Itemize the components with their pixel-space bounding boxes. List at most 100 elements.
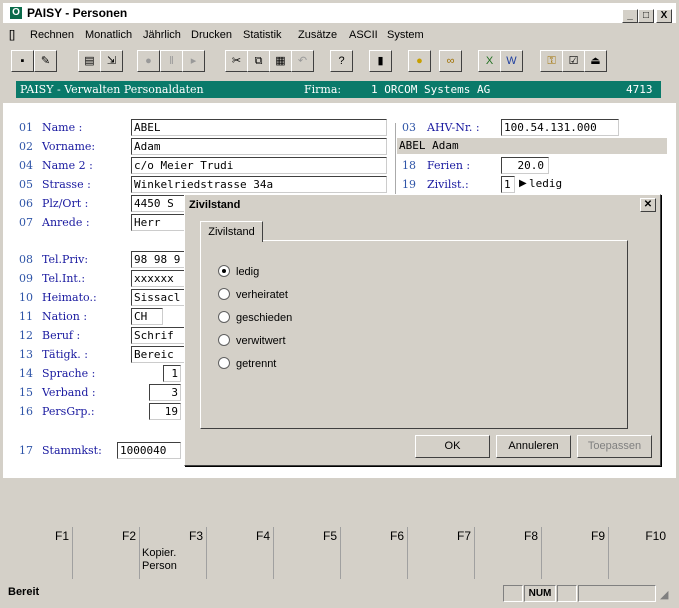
list-icon[interactable]: ▤	[78, 50, 101, 72]
close-button[interactable]: X	[656, 9, 672, 23]
menu-jaehrlich[interactable]: Jährlich	[143, 29, 181, 41]
menu-bar: [] Rechnen Monatlich Jährlich Drucken St…	[3, 27, 676, 45]
fkey-label: F9	[590, 529, 605, 543]
strasse-field[interactable]: Winkelriedstrasse 34a	[131, 176, 387, 193]
firma-label: Firma:	[304, 83, 342, 96]
lightbulb-icon[interactable]: ●	[408, 50, 431, 72]
fkey-f1[interactable]: F1	[6, 527, 73, 579]
copy-icon[interactable]: ⧉	[247, 50, 270, 72]
link-icon[interactable]: ∞	[439, 50, 462, 72]
record-icon[interactable]: ●	[137, 50, 160, 72]
tab-zivilstand[interactable]: Zivilstand	[200, 221, 263, 242]
vorname-field[interactable]: Adam	[131, 138, 387, 155]
menu-zusaetze[interactable]: Zusätze	[298, 29, 337, 41]
pause-icon[interactable]: ‖	[160, 50, 183, 72]
dropdown-arrow-icon[interactable]: ▶	[519, 176, 529, 191]
field-num: 06	[19, 197, 33, 210]
firma-value: 1 ORCOM Systems AG	[371, 83, 491, 96]
beruf-label: Beruf :	[42, 329, 81, 342]
status-panel-blank	[578, 585, 656, 602]
persgrp-field[interactable]: 19	[149, 403, 181, 420]
paste-icon[interactable]: ▦	[269, 50, 292, 72]
ferien-field[interactable]: 20.0	[501, 157, 549, 174]
resize-grip-icon[interactable]: ◢	[660, 588, 668, 601]
radio-geschieden[interactable]: geschieden	[218, 311, 292, 324]
menu-system[interactable]: System	[387, 29, 424, 41]
status-bar: Bereit NUM ◢	[0, 584, 679, 604]
taetigkeit-label: Tätigk. :	[42, 348, 88, 361]
fkey-f4[interactable]: F4	[207, 527, 274, 579]
apply-button[interactable]: Toepassen	[577, 435, 652, 458]
dialog-close-icon[interactable]: ✕	[640, 198, 656, 212]
radio-label: getrennt	[236, 358, 277, 370]
radio-label: ledig	[236, 266, 260, 278]
zivilstand-code-field[interactable]: 1	[501, 176, 515, 193]
fkey-f5[interactable]: F5	[274, 527, 341, 579]
field-num: 18	[402, 159, 416, 172]
fkey-label: F4	[255, 529, 270, 543]
ok-button[interactable]: OK	[415, 435, 490, 458]
excel-icon[interactable]: X	[478, 50, 501, 72]
toolbar: ▪ ✎ ▤ ⇲ ● ‖ ▸ ✂ ⧉ ▦ ↶ ? ▮ ● ∞ X W ⚿ ☑ ⏏	[3, 48, 676, 74]
fkey-f3[interactable]: F3 Kopier. Person	[140, 527, 207, 579]
word-icon[interactable]: W	[500, 50, 523, 72]
radio-empty-icon	[218, 311, 230, 323]
dialog-title: Zivilstand	[189, 199, 241, 211]
fkey-label: F3	[188, 529, 203, 543]
fkey-f6[interactable]: F6	[341, 527, 408, 579]
nation-field[interactable]: CH	[131, 308, 163, 325]
menu-system-box[interactable]: []	[9, 29, 15, 41]
css-icon[interactable]: ⏏	[584, 50, 607, 72]
checklist-icon[interactable]: ☑	[562, 50, 585, 72]
menu-ascii[interactable]: ASCII	[349, 29, 378, 41]
undo-icon[interactable]: ↶	[291, 50, 314, 72]
save-icon[interactable]: ▪	[11, 50, 34, 72]
verband-field[interactable]: 3	[149, 384, 181, 401]
verband-label: Verband :	[42, 386, 96, 399]
cut-icon[interactable]: ✂	[225, 50, 248, 72]
fkey-f10[interactable]: F10	[609, 527, 669, 579]
field-num: 10	[19, 291, 33, 304]
persgrp-label: PersGrp.:	[42, 405, 95, 418]
status-panel-caps	[503, 585, 523, 602]
function-key-bar: F1 F2 F3 Kopier. Person F4 F5 F6 F7 F8 F9…	[3, 527, 676, 582]
status-text: Bereit	[8, 586, 40, 598]
trash-icon[interactable]: ▮	[369, 50, 392, 72]
play-icon[interactable]: ▸	[182, 50, 205, 72]
help-icon[interactable]: ?	[330, 50, 353, 72]
sprache-label: Sprache :	[42, 367, 96, 380]
edit-icon[interactable]: ✎	[34, 50, 57, 72]
plz-ort-label: Plz/Ort :	[42, 197, 89, 210]
status-panel-scroll	[557, 585, 577, 602]
name-field[interactable]: ABEL	[131, 119, 387, 136]
fkey-label: F7	[456, 529, 471, 543]
minimize-button[interactable]: _	[622, 9, 638, 23]
stammkst-field[interactable]: 1000040	[117, 442, 181, 459]
vorname-label: Vorname:	[42, 140, 96, 153]
radio-verheiratet[interactable]: verheiratet	[218, 288, 288, 301]
fkey-f9[interactable]: F9	[542, 527, 609, 579]
name2-field[interactable]: c/o Meier Trudi	[131, 157, 387, 174]
radio-ledig[interactable]: ledig	[218, 265, 259, 278]
maximize-button[interactable]: □	[638, 9, 654, 23]
import-icon[interactable]: ⇲	[100, 50, 123, 72]
fkey-f2[interactable]: F2	[73, 527, 140, 579]
fkey-label: F6	[389, 529, 404, 543]
radio-getrennt[interactable]: getrennt	[218, 357, 276, 370]
strasse-label: Strasse :	[42, 178, 91, 191]
menu-statistik[interactable]: Statistik	[243, 29, 282, 41]
menu-rechnen[interactable]: Rechnen	[30, 29, 74, 41]
cancel-button[interactable]: Annuleren	[496, 435, 571, 458]
sprache-field[interactable]: 1	[163, 365, 181, 382]
app-icon: O	[10, 7, 22, 19]
fkey-f8[interactable]: F8	[475, 527, 542, 579]
menu-drucken[interactable]: Drucken	[191, 29, 232, 41]
fkey-f7[interactable]: F7	[408, 527, 475, 579]
screen-header: PAISY - Verwalten Personaldaten Firma: 1…	[16, 81, 661, 98]
radio-label: geschieden	[236, 312, 293, 324]
key-icon[interactable]: ⚿	[540, 50, 563, 72]
fkey-label: F1	[54, 529, 69, 543]
radio-verwitwert[interactable]: verwitwert	[218, 334, 286, 347]
menu-monatlich[interactable]: Monatlich	[85, 29, 132, 41]
ahv-field[interactable]: 100.54.131.000	[501, 119, 619, 136]
